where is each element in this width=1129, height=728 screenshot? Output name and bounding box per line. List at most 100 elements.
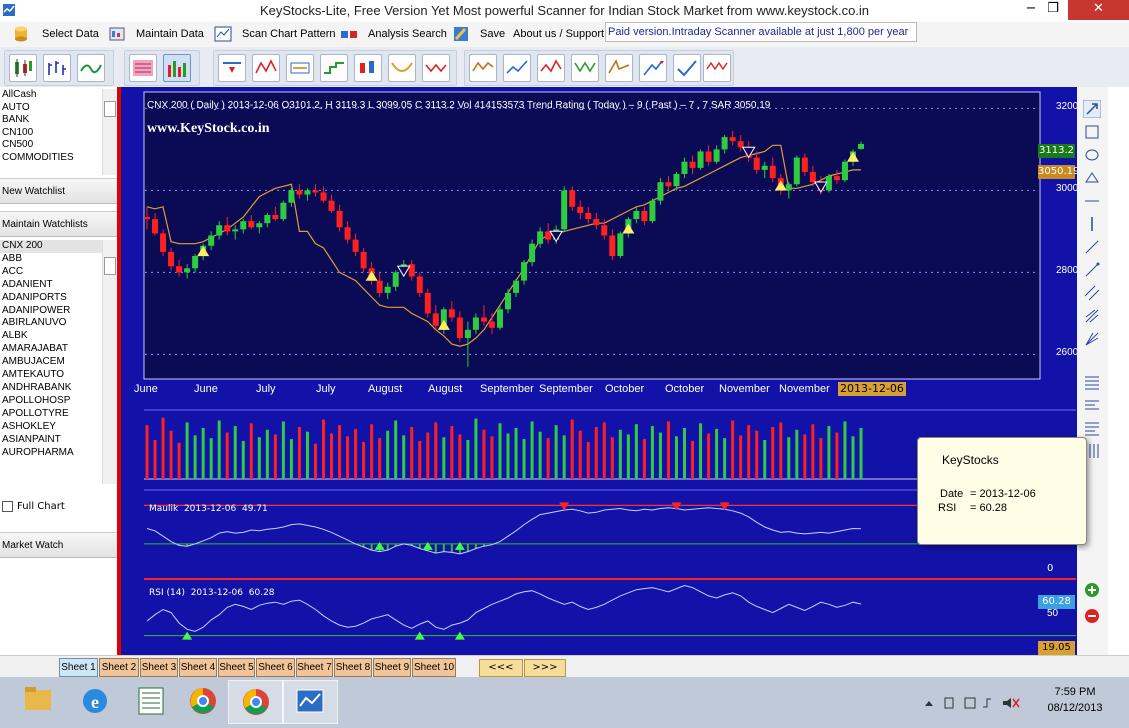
indicator-tool-4[interactable] [571,54,599,82]
maximize-button[interactable]: ❐ [1038,0,1068,20]
sheet-tab[interactable]: Sheet 9 [373,658,411,677]
group-list-item[interactable]: BANK [0,114,102,127]
group-list-scrollbar[interactable] [102,89,116,175]
stock-list-scroll-thumb[interactable] [104,257,116,275]
indicator-tool-7[interactable] [673,54,701,82]
pattern-tool-5[interactable] [354,54,382,82]
analysis-search-menu[interactable]: Analysis Search [340,24,447,44]
taskbar-excel[interactable] [124,680,178,722]
pattern-tool-1[interactable] [218,54,246,82]
pattern-tool-7[interactable] [422,54,450,82]
stock-list-item[interactable]: AMARAJABAT [0,343,102,356]
rectangle-tool-icon[interactable] [1083,123,1101,141]
indicator-tool-1[interactable] [469,54,497,82]
fibonacci-tool-icon[interactable] [1083,373,1101,391]
candlestick-chart-button[interactable] [9,54,37,82]
stock-list-item[interactable]: ABIRLANUVO [0,317,102,330]
taskbar-chrome-2[interactable] [228,680,284,724]
sheet-prev-button[interactable]: <<< [479,659,523,677]
sheet-tab[interactable]: Sheet 8 [334,658,372,677]
sheet-tab[interactable]: Sheet 10 [412,658,456,677]
chart-area[interactable]: CNX 200 ( Daily ) 2013-12-06 O3101.2, H … [121,87,1079,655]
channel-tool-icon[interactable] [1083,284,1101,302]
save-menu[interactable]: Save [452,24,505,44]
stock-list-item[interactable]: APOLLOTYRE [0,408,102,421]
stock-list-item[interactable]: ASHOKLEY [0,421,102,434]
show-hidden-icons-icon[interactable] [925,701,933,706]
sheet-tab[interactable]: Sheet 7 [296,658,333,677]
stock-list-item[interactable]: ACC [0,266,102,279]
full-chart-checkbox[interactable] [2,501,13,512]
fibonacci-fan-tool-icon[interactable] [1083,396,1101,414]
taskbar-chrome-1[interactable] [176,680,230,722]
pattern-tool-6[interactable] [388,54,416,82]
pointer-tool-icon[interactable] [1083,100,1101,118]
indicator-tool-3[interactable] [537,54,565,82]
text-lines-tool-icon[interactable] [1083,419,1101,437]
stock-list-item[interactable]: ANDHRABANK [0,382,102,395]
sheet-tab[interactable]: Sheet 4 [179,658,217,677]
maintain-watchlists-button[interactable]: Maintain Watchlists [0,211,117,237]
indicator-tool-6[interactable] [639,54,667,82]
sheet-tab[interactable]: Sheet 6 [256,658,295,677]
sheet-next-button[interactable]: >>> [524,659,566,677]
indicator-tool-8[interactable] [703,54,731,82]
stock-list-item[interactable]: ADANIENT [0,279,102,292]
taskbar-file-explorer[interactable] [12,680,66,722]
pattern-tool-3[interactable] [286,54,314,82]
clock-date[interactable]: 08/12/2013 [1030,702,1120,714]
sheet-tab[interactable]: Sheet 3 [140,658,178,677]
ellipse-tool-icon[interactable] [1083,146,1101,164]
pattern-tool-4[interactable] [320,54,348,82]
select-data-menu[interactable]: Select Data [12,24,99,44]
taskbar-keystocks[interactable] [282,680,338,724]
pitchfork-tool-icon[interactable] [1083,307,1101,325]
zoom-in-icon[interactable] [1083,581,1101,599]
group-list-item[interactable]: CN100 [0,127,102,140]
group-list-item[interactable]: CN500 [0,139,102,152]
system-tray-icons[interactable] [921,695,1021,711]
taskbar-internet-explorer[interactable]: e [68,680,122,722]
market-watch-button[interactable]: Market Watch [0,532,117,558]
stock-list-item[interactable]: ALBK [0,330,102,343]
stock-list-item[interactable]: ASIANPAINT [0,434,102,447]
sheet-tab[interactable]: Sheet 1 [59,658,98,677]
muted-icon[interactable] [1012,698,1020,708]
pattern-tool-2[interactable] [252,54,280,82]
bar-chart-button[interactable] [163,54,191,82]
group-list-item[interactable]: AUTO [0,102,102,115]
group-list-scroll-thumb[interactable] [104,101,116,117]
clock-time[interactable]: 7:59 PM [1030,686,1120,698]
stock-list-item[interactable]: APOLLOHOSP [0,395,102,408]
stock-list-item[interactable]: AUROPHARMA [0,447,102,460]
full-chart-toggle[interactable]: Full Chart [2,501,65,512]
flag-icon[interactable] [944,697,954,709]
triangle-tool-icon[interactable] [1083,169,1101,187]
battery-icon[interactable] [964,697,976,709]
stock-list[interactable]: CNX 200 ABB ACC ADANIENT ADANIPORTS ADANIPOWE… [0,240,102,484]
zoom-out-icon[interactable] [1083,607,1101,625]
vertical-line-tool-icon[interactable] [1083,215,1101,233]
line-chart-button[interactable] [77,54,105,82]
sheet-tab[interactable]: Sheet 5 [218,658,255,677]
stock-list-item[interactable]: AMTEKAUTO [0,369,102,382]
stock-list-item[interactable]: ADANIPOWER [0,305,102,318]
new-watchlist-button[interactable]: New Watchlist [0,178,117,204]
gann-fan-tool-icon[interactable] [1083,330,1101,348]
stock-list-item[interactable]: AMBUJACEM [0,356,102,369]
heikin-ashi-button[interactable] [129,54,157,82]
scan-chart-pattern-menu[interactable]: Scan Chart Pattern [214,24,336,44]
volume-icon[interactable] [1003,698,1011,708]
ohlc-chart-button[interactable] [43,54,71,82]
group-list-item[interactable]: AllCash [0,89,102,102]
stock-list-item[interactable]: ADANIPORTS [0,292,102,305]
maintain-data-menu[interactable]: Maintain Data [108,24,204,44]
chart-canvas[interactable] [121,87,1077,655]
indicator-tool-5[interactable] [605,54,633,82]
horizontal-line-tool-icon[interactable] [1083,192,1101,210]
group-list[interactable]: AllCash AUTO BANK CN100 CN500 COMMODITIES [0,89,102,175]
group-list-item[interactable]: COMMODITIES [0,152,102,165]
stock-list-item[interactable]: ABB [0,253,102,266]
ray-tool-icon[interactable] [1083,261,1101,279]
stock-list-item[interactable]: CNX 200 [0,240,102,253]
